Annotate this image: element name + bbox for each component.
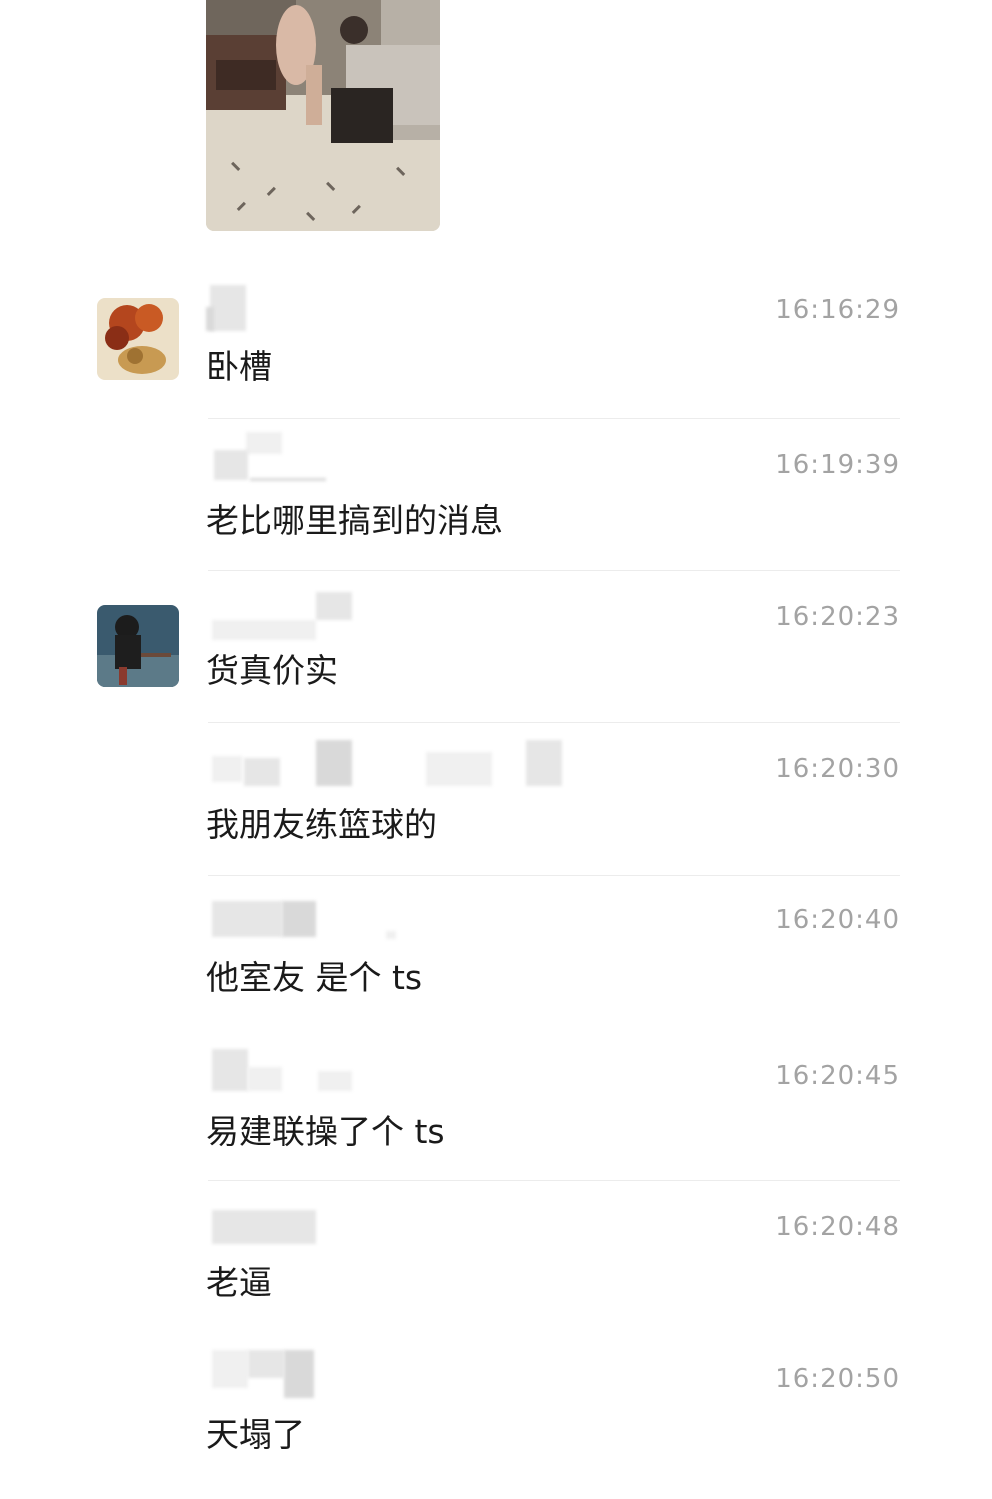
sender-name-blurred <box>206 893 606 941</box>
message-text[interactable]: 我朋友练篮球的 <box>206 798 437 846</box>
message-row: 16:20:48 老逼 <box>0 1200 992 1353</box>
message-timestamp: 16:20:30 <box>775 754 900 784</box>
divider <box>208 570 900 571</box>
message-text[interactable]: 老逼 <box>206 1256 272 1304</box>
message-text[interactable]: 卧槽 <box>206 340 272 388</box>
message-timestamp: 16:20:40 <box>775 905 900 935</box>
message-row: 16:20:45 易建联操了个 ts <box>0 1045 992 1198</box>
sender-name-blurred <box>206 432 606 481</box>
sender-name-blurred <box>206 1200 606 1248</box>
sender-name-blurred <box>206 1346 606 1398</box>
message-row: 16:20:40 他室友 是个 ts <box>0 893 992 1046</box>
sender-name-blurred <box>206 1045 606 1093</box>
message-timestamp: 16:20:45 <box>775 1061 900 1091</box>
avatar[interactable] <box>97 605 179 687</box>
chat-history: 16:16:29 卧槽 16:19:39 老比哪里搞到的消息 16:20:23 … <box>0 0 992 1454</box>
message-row: 16:20:50 天塌了 <box>0 1346 992 1499</box>
divider <box>208 418 900 419</box>
shared-photo-message[interactable] <box>206 0 440 231</box>
divider <box>208 722 900 723</box>
divider <box>208 875 900 876</box>
message-text[interactable]: 老比哪里搞到的消息 <box>206 494 503 542</box>
message-timestamp: 16:16:29 <box>775 295 900 325</box>
message-row: 16:20:30 我朋友练篮球的 <box>0 740 992 893</box>
person-photo-avatar-icon <box>97 605 179 687</box>
message-text[interactable]: 他室友 是个 ts <box>206 951 422 999</box>
message-timestamp: 16:20:50 <box>775 1364 900 1394</box>
message-timestamp: 16:19:39 <box>775 450 900 480</box>
divider <box>208 1180 900 1181</box>
message-text[interactable]: 天塌了 <box>206 1408 305 1456</box>
message-timestamp: 16:20:23 <box>775 602 900 632</box>
message-text[interactable]: 易建联操了个 ts <box>206 1105 445 1153</box>
sender-name-blurred <box>206 285 606 333</box>
avatar[interactable] <box>97 298 179 380</box>
sender-name-blurred <box>206 592 606 640</box>
cat-painting-avatar-icon <box>97 298 179 380</box>
message-row: 16:19:39 老比哪里搞到的消息 <box>0 432 992 585</box>
message-row: 16:16:29 卧槽 <box>0 285 992 438</box>
message-timestamp: 16:20:48 <box>775 1212 900 1242</box>
shared-photo <box>206 0 440 231</box>
message-text[interactable]: 货真价实 <box>206 644 338 692</box>
sender-name-blurred <box>206 740 606 788</box>
